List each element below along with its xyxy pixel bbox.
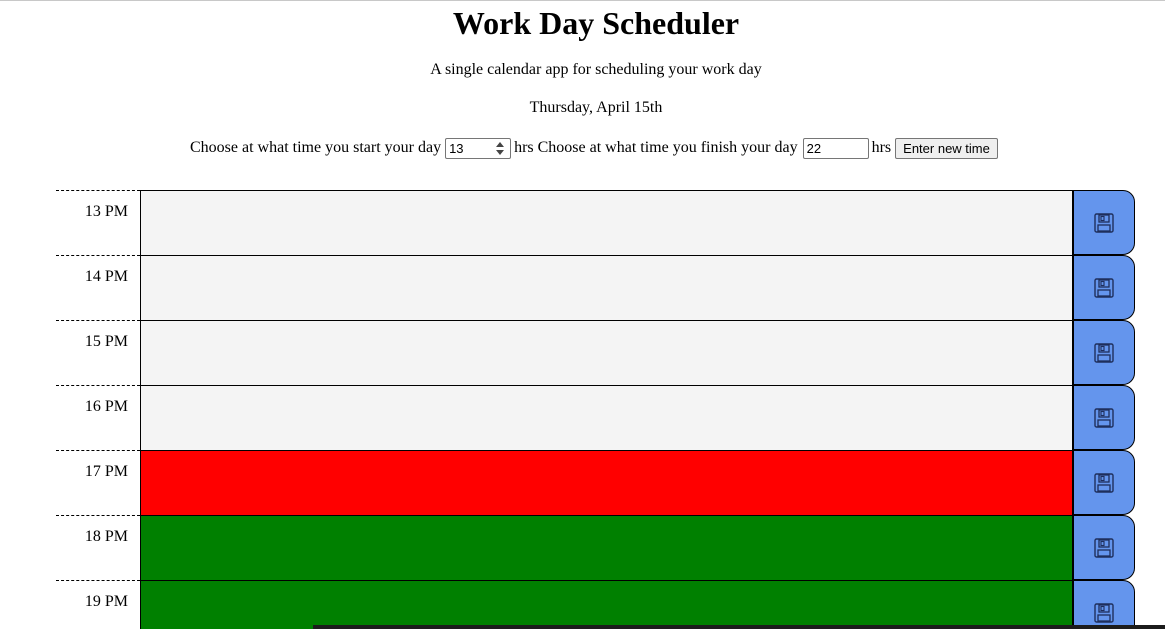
hrs-label: hrs <box>871 139 892 156</box>
event-textarea[interactable] <box>140 255 1073 320</box>
time-block-row: 19 PM <box>56 580 1135 629</box>
enter-new-time-button[interactable]: Enter new time <box>895 137 998 159</box>
hour-label: 19 PM <box>56 580 140 629</box>
floppy-disk-icon <box>1094 342 1114 363</box>
save-button[interactable] <box>1073 580 1135 629</box>
app-title: Work Day Scheduler <box>452 5 740 41</box>
save-button[interactable] <box>1073 450 1135 515</box>
current-date: Thursday, April 15th <box>529 99 663 116</box>
event-textarea[interactable] <box>140 320 1073 385</box>
event-textarea[interactable] <box>140 385 1073 450</box>
spin-up-icon[interactable] <box>496 141 505 147</box>
hour-label: 15 PM <box>56 320 140 385</box>
time-block-row: 18 PM <box>56 515 1135 580</box>
save-button[interactable] <box>1073 190 1135 255</box>
save-button[interactable] <box>1073 385 1135 450</box>
hour-label: 13 PM <box>56 190 140 255</box>
save-button[interactable] <box>1073 320 1135 385</box>
top-border <box>0 0 1165 1</box>
time-block-row: 17 PM <box>56 450 1135 515</box>
spinner-icon[interactable] <box>496 141 505 155</box>
time-settings-form: Choose at what time you start your day 1… <box>190 137 998 159</box>
hour-label: 17 PM <box>56 450 140 515</box>
page: Work Day Scheduler A single calendar app… <box>0 0 1165 629</box>
time-block-row: 15 PM <box>56 320 1135 385</box>
event-textarea[interactable] <box>140 580 1073 629</box>
floppy-disk-icon <box>1094 602 1114 623</box>
floppy-disk-icon <box>1094 212 1114 233</box>
hour-label: 18 PM <box>56 515 140 580</box>
spin-down-icon[interactable] <box>496 149 505 155</box>
finish-time-value: 22 <box>806 140 822 156</box>
event-textarea[interactable] <box>140 515 1073 580</box>
finish-time-input[interactable]: 22 <box>802 137 869 159</box>
save-button[interactable] <box>1073 515 1135 580</box>
start-time-label: Choose at what time you start your day <box>190 139 442 156</box>
app-subtitle: A single calendar app for scheduling you… <box>430 61 762 78</box>
hour-label: 14 PM <box>56 255 140 320</box>
start-time-value: 13 <box>449 140 464 156</box>
floppy-disk-icon <box>1094 407 1114 428</box>
hrs-label: hrs <box>514 139 534 156</box>
floppy-disk-icon <box>1094 472 1114 493</box>
time-block-row: 16 PM <box>56 385 1135 450</box>
event-textarea[interactable] <box>140 190 1073 255</box>
event-textarea[interactable] <box>140 450 1073 515</box>
hour-label: 16 PM <box>56 385 140 450</box>
finish-time-label: Choose at what time you finish your day <box>537 139 798 156</box>
save-button[interactable] <box>1073 255 1135 320</box>
horizontal-scrollbar[interactable] <box>313 625 1165 629</box>
start-time-input[interactable]: 13 <box>445 137 512 159</box>
floppy-disk-icon <box>1094 277 1114 298</box>
floppy-disk-icon <box>1094 537 1114 558</box>
time-block-row: 14 PM <box>56 255 1135 320</box>
schedule-grid: 13 PM 14 PM 15 PM 16 PM 17 PM 18 PM 19 PM <box>56 190 1135 629</box>
time-block-row: 13 PM <box>56 190 1135 255</box>
